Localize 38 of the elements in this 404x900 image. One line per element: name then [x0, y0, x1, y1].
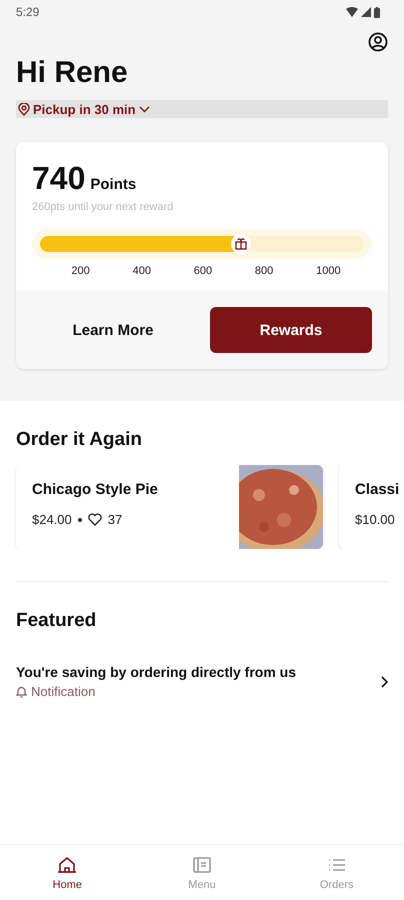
- wifi-icon: [346, 7, 358, 17]
- signal-icon: [361, 7, 371, 17]
- likes-count: 37: [108, 512, 122, 527]
- product-card[interactable]: Chicago Style Pie $24.00 37: [16, 465, 323, 549]
- profile-icon[interactable]: [368, 32, 388, 52]
- product-price: $10.00: [355, 512, 395, 527]
- product-name: Classi: [355, 481, 400, 498]
- points-label: Points: [90, 176, 136, 193]
- home-icon: [57, 854, 78, 874]
- bell-icon: [16, 686, 27, 698]
- tick-label: 1000: [316, 265, 341, 277]
- book-icon: [192, 854, 212, 874]
- greeting-heading: Hi Rene: [16, 56, 129, 90]
- product-card[interactable]: Classi $10.00: [339, 465, 404, 549]
- rewards-button[interactable]: Rewards: [210, 307, 372, 353]
- featured-title[interactable]: You're saving by ordering directly from us: [16, 664, 372, 680]
- pickup-selector[interactable]: Pickup in 30 min: [16, 100, 388, 118]
- tick-label: 200: [71, 265, 90, 277]
- tick-label: 600: [194, 265, 212, 277]
- gift-icon: [230, 234, 251, 254]
- heart-icon: [88, 513, 102, 526]
- tick-label: 400: [132, 265, 151, 277]
- section-heading: Order it Again: [15, 428, 143, 452]
- section-heading: Featured: [15, 609, 98, 633]
- learn-more-button[interactable]: Learn More: [32, 307, 194, 353]
- chevron-down-icon: [138, 106, 150, 112]
- points-value: 740: [32, 160, 86, 197]
- location-pin-icon: [18, 102, 30, 116]
- nav-tab[interactable]: Home: [0, 845, 135, 900]
- chevron-right-icon[interactable]: [380, 676, 388, 688]
- notification-tag: Notification: [16, 684, 372, 699]
- next-reward-text: 260pts until your next reward: [32, 201, 174, 213]
- product-price: $24.00: [32, 512, 72, 527]
- status-time: 5:29: [16, 5, 40, 19]
- dot-separator-icon: [78, 518, 82, 522]
- product-name: Chicago Style Pie: [32, 481, 159, 498]
- battery-icon: [374, 6, 380, 18]
- tick-label: 800: [254, 265, 274, 277]
